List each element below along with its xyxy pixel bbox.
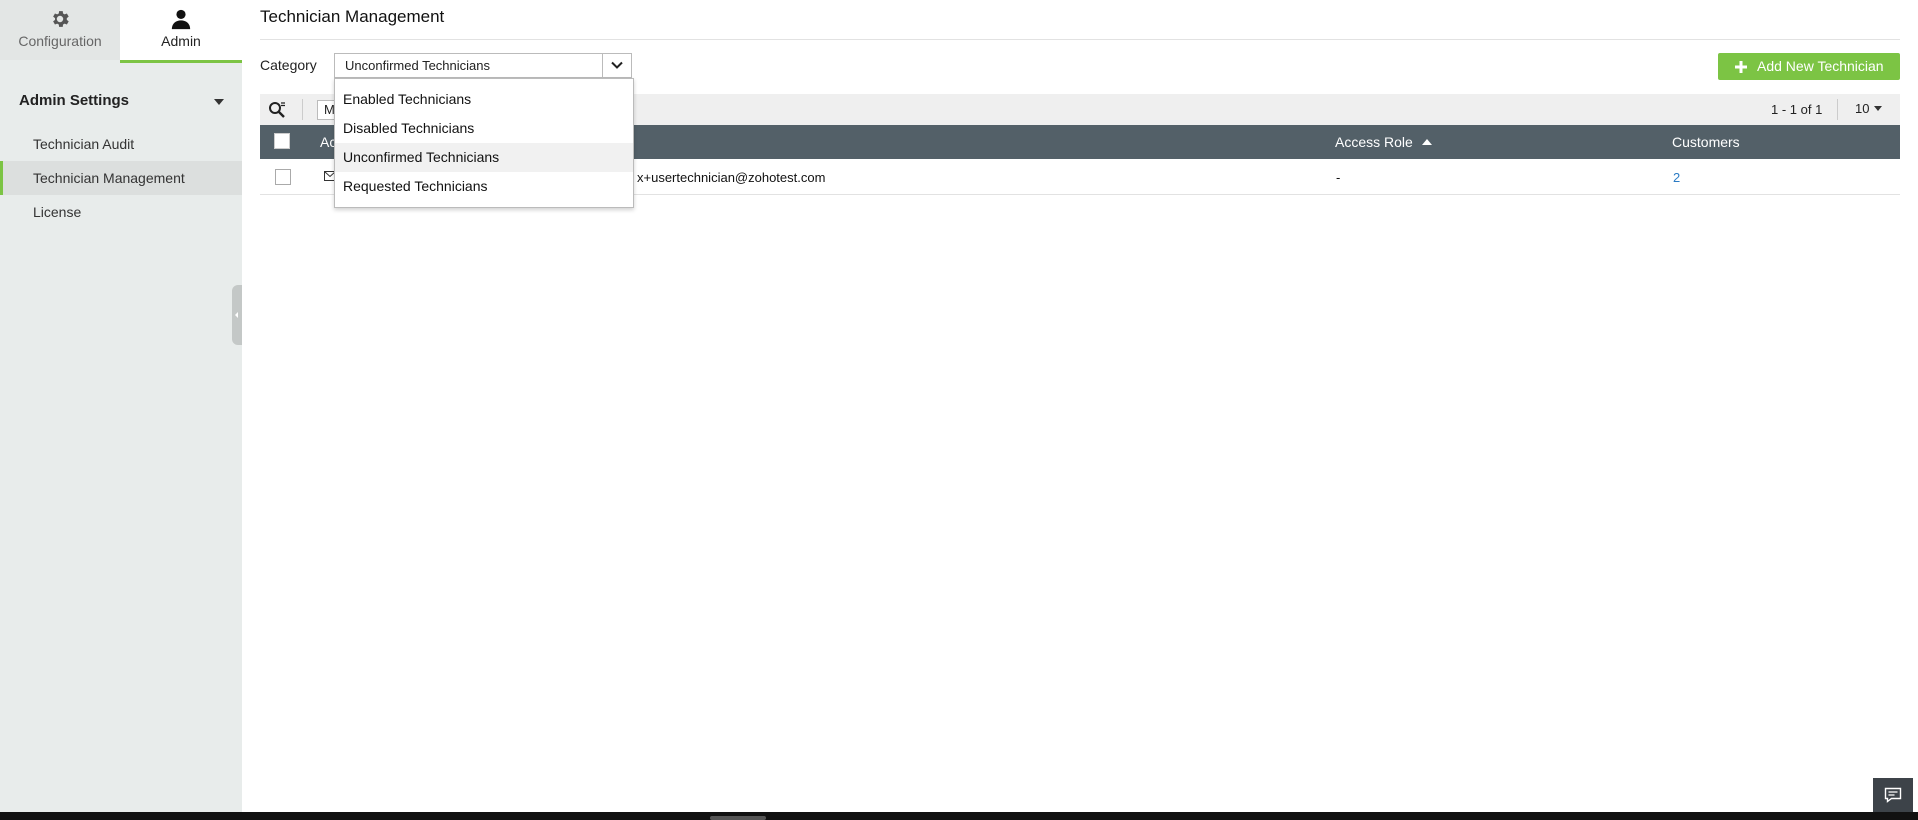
row-checkbox[interactable]: [275, 169, 291, 185]
caret-down-icon: [1874, 106, 1883, 111]
sidebar-item-label: License: [33, 204, 82, 220]
toolbar-divider: [302, 99, 303, 120]
scroll-indicator: [710, 816, 766, 820]
sidebar: Configuration Admin Admin Settings Techn…: [0, 0, 242, 812]
sidebar-item-label: Technician Audit: [33, 136, 135, 152]
admin-settings-header[interactable]: Admin Settings: [19, 92, 224, 109]
technician-email: x+usertechnician@zohotest.com: [637, 170, 826, 185]
technician-customers-link[interactable]: 2: [1673, 170, 1680, 185]
category-label: Category: [260, 57, 317, 73]
tab-configuration[interactable]: Configuration: [0, 0, 120, 60]
user-icon: [171, 9, 191, 30]
column-header-access-role-label: Access Role: [1335, 134, 1413, 150]
tab-admin-label: Admin: [161, 33, 201, 49]
category-option-requested[interactable]: Requested Technicians: [335, 172, 633, 201]
technician-access-role: -: [1336, 170, 1341, 185]
add-new-technician-label: Add New Technician: [1757, 58, 1884, 74]
category-dropdown-list: Enabled Technicians Disabled Technicians…: [334, 78, 634, 208]
category-option-disabled[interactable]: Disabled Technicians: [335, 114, 633, 143]
plus-icon: [1735, 61, 1747, 73]
bottom-bar: [0, 812, 1918, 820]
search-icon[interactable]: [268, 101, 286, 119]
per-page-value: 10: [1855, 101, 1870, 116]
admin-settings-title: Admin Settings: [19, 92, 130, 109]
caret-down-icon: [214, 99, 224, 105]
sidebar-item-license[interactable]: License: [0, 195, 242, 229]
sidebar-item-technician-audit[interactable]: Technician Audit: [0, 127, 242, 161]
per-page-select[interactable]: 10: [1855, 101, 1883, 116]
category-dropdown-toggle[interactable]: [602, 54, 631, 77]
tab-configuration-label: Configuration: [18, 33, 102, 49]
title-divider: [260, 39, 1900, 40]
chat-button[interactable]: [1873, 778, 1913, 812]
tab-admin[interactable]: Admin: [120, 0, 242, 63]
column-header-customers[interactable]: Customers: [1672, 134, 1740, 150]
category-option-unconfirmed[interactable]: Unconfirmed Technicians: [335, 143, 633, 172]
page-title: Technician Management: [260, 7, 445, 26]
sidebar-collapse-handle[interactable]: [232, 285, 242, 345]
column-header-access-role[interactable]: Access Role: [1335, 134, 1432, 150]
sidebar-item-label: Technician Management: [33, 170, 185, 186]
sort-ascending-icon: [1421, 139, 1432, 145]
select-all-checkbox[interactable]: [274, 133, 290, 149]
category-option-enabled[interactable]: Enabled Technicians: [335, 85, 633, 114]
category-selected-value: Unconfirmed Technicians: [345, 58, 490, 73]
sidebar-tabs: Configuration Admin: [0, 0, 242, 63]
toolbar-divider: [1837, 99, 1838, 120]
chat-icon: [1884, 787, 1902, 803]
category-select[interactable]: Unconfirmed Technicians: [334, 53, 632, 78]
add-new-technician-button[interactable]: Add New Technician: [1718, 53, 1900, 80]
chevron-down-icon: [611, 61, 623, 69]
pagination-info: 1 - 1 of 1: [1771, 102, 1823, 117]
gear-icon: [53, 11, 69, 27]
sidebar-item-technician-management[interactable]: Technician Management: [0, 161, 242, 195]
